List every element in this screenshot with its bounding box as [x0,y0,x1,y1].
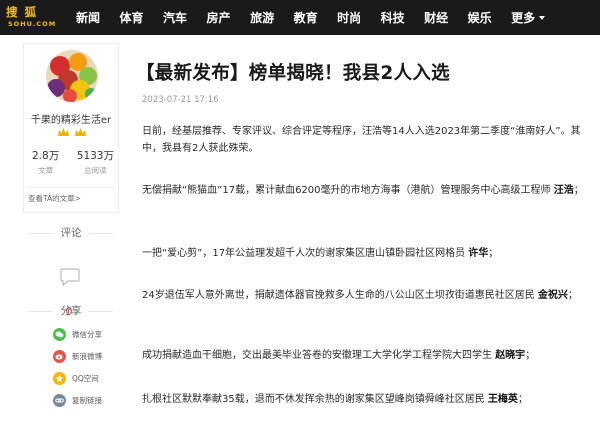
stat-views-value: 5133万 [76,150,114,162]
wechat-icon [53,327,66,341]
qzone-icon [53,371,66,385]
share-wechat-label: 微信分享 [72,329,102,339]
stat-views: 5133万 总阅读 [77,148,114,176]
link-icon [53,393,66,407]
entry-person-name: 许华 [468,248,489,259]
crown-badge-icon [75,128,86,136]
entry-person-name: 王梅英 [487,394,518,405]
nav-item-realestate[interactable]: 房产 [207,9,231,26]
copy-link-label: 复制链接 [72,395,102,405]
share-list: 微信分享 新浪微博 QQ空间 复制链接 [53,323,102,411]
author-card: 千果的精彩生活er 2.8万 文章 5133万 总阅读 查看TA的文章> [23,43,119,213]
entry-end: ； [517,394,528,405]
top-navigation-bar: 搜狐 SOHU.COM 新闻 体育 汽车 房产 旅游 教育 时尚 科技 财经 娱… [0,0,600,35]
left-sidebar: 千果的精彩生活er 2.8万 文章 5133万 总阅读 查看TA的文章> 评论 … [15,35,125,427]
nav-more-label: 更多 [511,11,536,25]
entry-person-name: 汪浩 [553,185,574,196]
article-title: 【最新发布】榜单揭晓！我县2人入选 [136,63,450,84]
article-date: 2023-07-21 17:16 [142,95,219,105]
share-weibo-button[interactable]: 新浪微博 [53,345,102,367]
share-weibo-label: 新浪微博 [72,351,102,361]
chevron-down-icon [539,15,546,20]
entry-text: 无偿捐献“熊猫血”17载，累计献血6200毫升的市地方海事（港航）管理服务中心高… [142,185,554,196]
entry-text: 24岁退伍军人意外离世，捐献遗体器官挽救多人生命的八公山区土坝孜街道惠民社区居民 [142,290,538,301]
share-wechat-button[interactable]: 微信分享 [53,323,102,345]
nav-item-fashion[interactable]: 时尚 [337,9,361,26]
crown-badge-icon [58,128,69,136]
article-entry: 一把“爱心剪”，17年公益理发超千人次的谢家集区唐山镇卧园社区网格员 许华； [142,245,590,262]
article-entry: 无偿捐献“熊猫血”17载，累计献血6200毫升的市地方海事（港航）管理服务中心高… [142,182,590,199]
article: 【最新发布】榜单揭晓！我县2人入选 2023-07-21 17:16 日前，经基… [132,35,600,427]
article-entry: 成功捐献造血干细胞，交出最美毕业答卷的安徽理工大学化学工程学院大四学生 赵晓宇； [142,347,590,364]
logo-text: 搜狐 [6,5,43,19]
avatar[interactable] [46,50,98,102]
stat-articles-label: 文章 [38,166,54,175]
sohu-logo[interactable]: 搜狐 SOHU.COM [6,3,55,32]
entry-end: ； [567,290,578,301]
nav-item-finance[interactable]: 财经 [424,9,448,26]
entry-text: 一把“爱心剪”，17年公益理发超千人次的谢家集区唐山镇卧园社区网格员 [142,248,469,259]
nav-item-auto[interactable]: 汽车 [163,9,187,26]
weibo-icon [53,349,66,363]
stat-articles: 2.8万 文章 [32,148,59,176]
view-author-articles-label: 查看TA的文章> [28,193,81,203]
comment-icon[interactable] [59,267,81,287]
nav-item-education[interactable]: 教育 [294,9,318,26]
comments-heading: 评论 [25,225,117,240]
entry-end: ； [573,185,584,196]
author-badges [58,128,86,137]
nav-item-sports[interactable]: 体育 [120,9,144,26]
entry-person-name: 赵晓宇 [495,350,526,361]
author-stats: 2.8万 文章 5133万 总阅读 [32,148,114,176]
share-qzone-label: QQ空间 [72,373,99,383]
nav-more-menu[interactable]: 更多 [511,9,546,26]
author-name[interactable]: 千果的精彩生活er [16,111,126,126]
main-nav: 新闻 体育 汽车 房产 旅游 教育 时尚 科技 财经 娱乐 更多 [76,0,565,35]
article-intro: 日前，经基层推荐、专家评议、综合评定等程序，汪浩等14人入选2023年第二季度“… [142,126,581,154]
nav-item-travel[interactable]: 旅游 [250,9,274,26]
view-author-articles-link[interactable]: 查看TA的文章> [28,187,114,204]
share-qzone-button[interactable]: QQ空间 [53,367,102,389]
nav-item-news[interactable]: 新闻 [76,9,100,26]
entry-text: 成功捐献造血干细胞，交出最美毕业答卷的安徽理工大学化学工程学院大四学生 [142,350,496,361]
share-heading: 分享 [25,303,117,318]
entry-end: ； [525,350,536,361]
entry-text: 扎根社区默默奉献35载，退而不休发挥余热的谢家集区望峰岗镇舜峰社区居民 [142,394,488,405]
article-entry: 24岁退伍军人意外离世，捐献遗体器官挽救多人生命的八公山区土坝孜街道惠民社区居民… [142,287,590,304]
logo-subtext: SOHU.COM [8,20,57,28]
nav-item-tech[interactable]: 科技 [381,9,405,26]
copy-link-button[interactable]: 复制链接 [53,389,102,411]
stat-views-label: 总阅读 [84,166,107,175]
entry-end: ； [488,248,499,259]
stat-articles-value: 2.8万 [32,150,60,162]
entry-person-name: 金祝兴 [537,290,568,301]
nav-item-entertainment[interactable]: 娱乐 [468,9,492,26]
article-entry: 扎根社区默默奉献35载，退而不休发挥余热的谢家集区望峰岗镇舜峰社区居民 王梅英； [142,391,590,408]
